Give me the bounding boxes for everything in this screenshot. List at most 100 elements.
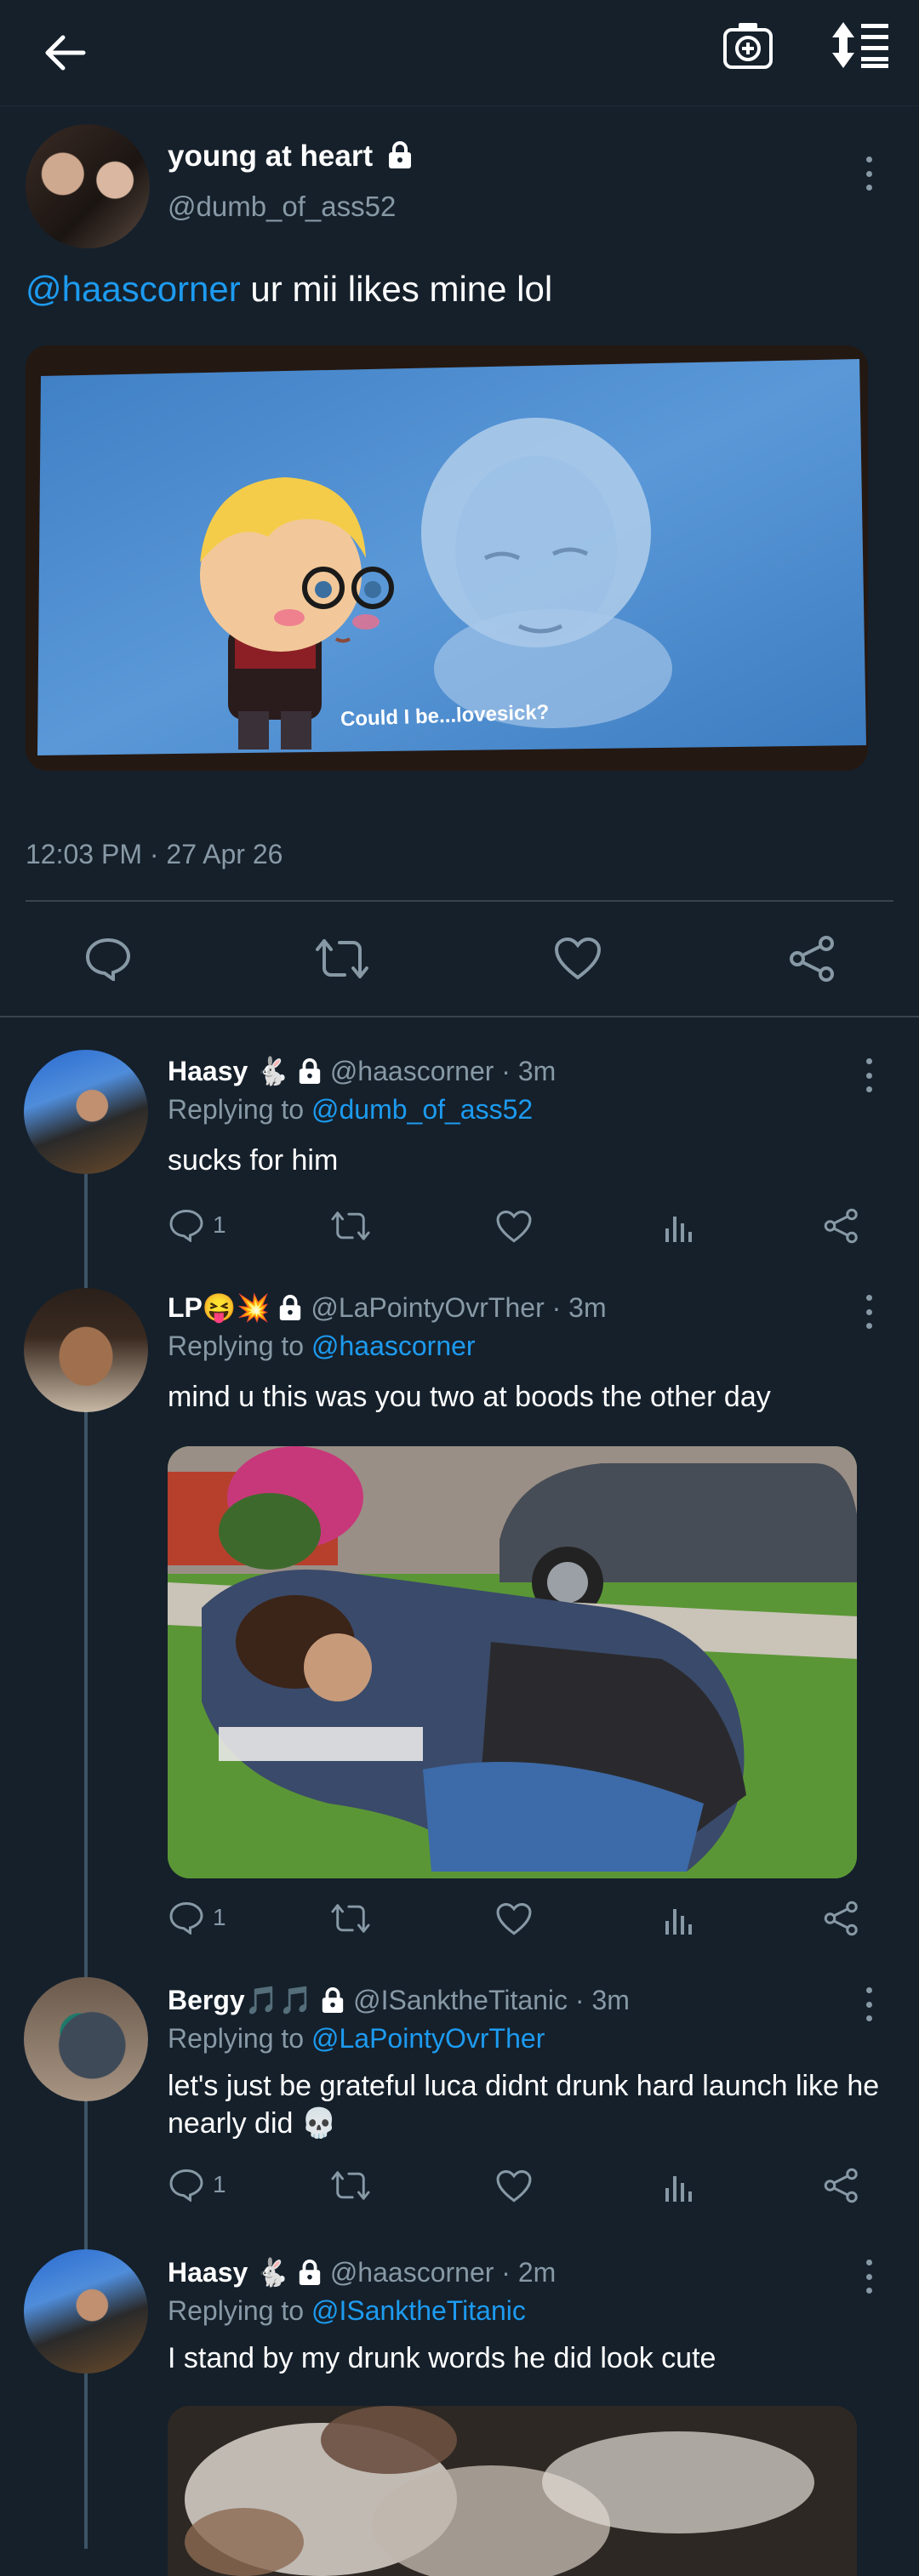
like-button[interactable] [495,1902,533,1936]
lock-icon [323,1986,344,2013]
avatar[interactable] [24,1977,148,2101]
retweet-icon [331,1904,370,1933]
replying-label: Replying to [168,1331,311,1361]
reply-tweet[interactable]: Haasy 🐇 @haascorner · 2m Replying to @IS… [0,2248,919,2576]
tweet-body: ur mii likes mine lol [240,269,553,309]
display-name-text: Haasy [168,1056,248,1086]
reply-author: Bergy🎵🎵 @ISanktheTitanic · 3m [168,1984,630,2016]
reply-text: I stand by my drunk words he did look cu… [168,2342,716,2374]
replying-to-link[interactable]: @LaPointyOvrTher [311,2023,545,2054]
analytics-icon [665,1217,692,1242]
analytics-button[interactable] [662,1902,696,1936]
analytics-icon [665,1909,692,1935]
handle: @ISanktheTitanic · 3m [353,1985,630,2015]
reply-tweet[interactable]: LP😝💥 @LaPointyOvrTher · 3m Replying to @… [0,1283,919,1963]
name-emoji: 🎵🎵 [244,1985,313,2015]
sort-button[interactable] [827,15,892,75]
display-name-text: young at heart [168,140,374,173]
reply-count: 1 [213,1904,226,1930]
more-options-icon[interactable] [864,1058,874,1092]
share-icon [790,936,834,982]
like-button[interactable] [548,931,608,987]
share-icon [824,1901,858,1936]
reply-text: mind u this was you two at boods the oth… [168,1381,771,1413]
reply-author: LP😝💥 @LaPointyOvrTher · 3m [168,1291,607,1324]
like-button[interactable] [495,2169,533,2203]
timestamp: 12:03 PM · 27 Apr 26 [26,839,283,869]
reply-count: 1 [213,2171,226,2197]
reply-photo[interactable] [168,2406,857,2576]
retweet-button[interactable] [330,1902,371,1935]
share-button[interactable] [783,931,842,987]
share-button[interactable] [824,1901,859,1936]
display-name-text: Haasy [168,2257,248,2288]
reply-button[interactable]: 1 [168,1208,226,1242]
top-bar [0,0,919,106]
reply-author: Haasy 🐇 @haascorner · 2m [168,2256,556,2288]
reply-count: 1 [213,1211,226,1238]
reply-icon [169,1901,203,1935]
analytics-icon [665,2176,692,2202]
replying-to-link[interactable]: @dumb_of_ass52 [311,1094,533,1125]
lock-icon [299,1057,321,1084]
replying-to: Replying to @LaPointyOvrTher [168,2023,545,2055]
lawn-photo-image [168,1446,857,1878]
reply-button[interactable]: 1 [168,2168,226,2202]
reply-button[interactable] [78,931,138,987]
reply-tweet[interactable]: Bergy🎵🎵 @ISanktheTitanic · 3m Replying t… [0,1975,919,2256]
lock-icon [299,2259,321,2285]
share-icon [824,1208,858,1244]
analytics-button[interactable] [662,2169,696,2203]
heart-icon [554,937,602,980]
camera-button[interactable] [718,15,778,75]
retweet-button[interactable] [310,931,374,987]
avatar[interactable] [24,1050,148,1174]
more-options-icon[interactable] [864,157,874,191]
heart-icon [496,1211,532,1243]
handle: @haascorner · 3m [329,1056,557,1086]
retweet-icon [331,1211,370,1240]
replying-label: Replying to [168,2023,311,2054]
reply-icon [85,938,131,981]
reply-button[interactable]: 1 [168,1901,226,1935]
display-name-text: LP [168,1292,203,1323]
share-button[interactable] [824,2168,859,2203]
reply-icon [169,2169,203,2202]
share-button[interactable] [824,1208,859,1244]
name-emoji: 🐇 [255,1056,290,1086]
back-button[interactable] [34,26,95,80]
replying-to: Replying to @haascorner [168,1331,476,1362]
replying-to-link[interactable]: @haascorner [311,1331,476,1361]
like-button[interactable] [495,1210,533,1244]
more-options-icon[interactable] [864,1987,874,2021]
replying-to-link[interactable]: @ISanktheTitanic [311,2295,526,2326]
reply-text: let's just be grateful luca didnt drunk … [168,2070,880,2140]
avatar[interactable] [26,124,150,248]
retweet-button[interactable] [330,1210,371,1242]
share-icon [824,2168,858,2203]
name-emoji: 🐇 [255,2257,290,2288]
tweet-image[interactable]: Could I be...lovesick? [26,345,868,771]
sort-icon [832,22,888,68]
reply-photo[interactable] [168,1446,857,1878]
display-name-text: Bergy [168,1985,245,2015]
avatar[interactable] [24,2249,148,2374]
mention-link[interactable]: @haascorner [26,269,241,309]
more-options-icon[interactable] [864,1295,874,1329]
more-options-icon[interactable] [864,2260,874,2294]
reply-tweet[interactable]: Haasy 🐇 @haascorner · 3m Replying to @du… [0,1046,919,1293]
heart-icon [496,2170,532,2203]
avatar[interactable] [24,1288,148,1412]
divider [26,900,893,902]
main-tweet: young at heart @dumb_of_ass52 @haascorne… [0,105,919,1016]
lock-icon [280,1294,301,1320]
replying-label: Replying to [168,1094,311,1125]
replying-label: Replying to [168,2295,311,2326]
arrow-left-icon [45,35,86,71]
analytics-button[interactable] [662,1210,696,1244]
heart-icon [496,1903,532,1935]
tweet-text: @haascorner ur mii likes mine lol [26,269,552,310]
retweet-button[interactable] [330,2169,371,2202]
handle: @haascorner · 2m [329,2257,557,2288]
retweet-icon [316,939,368,978]
